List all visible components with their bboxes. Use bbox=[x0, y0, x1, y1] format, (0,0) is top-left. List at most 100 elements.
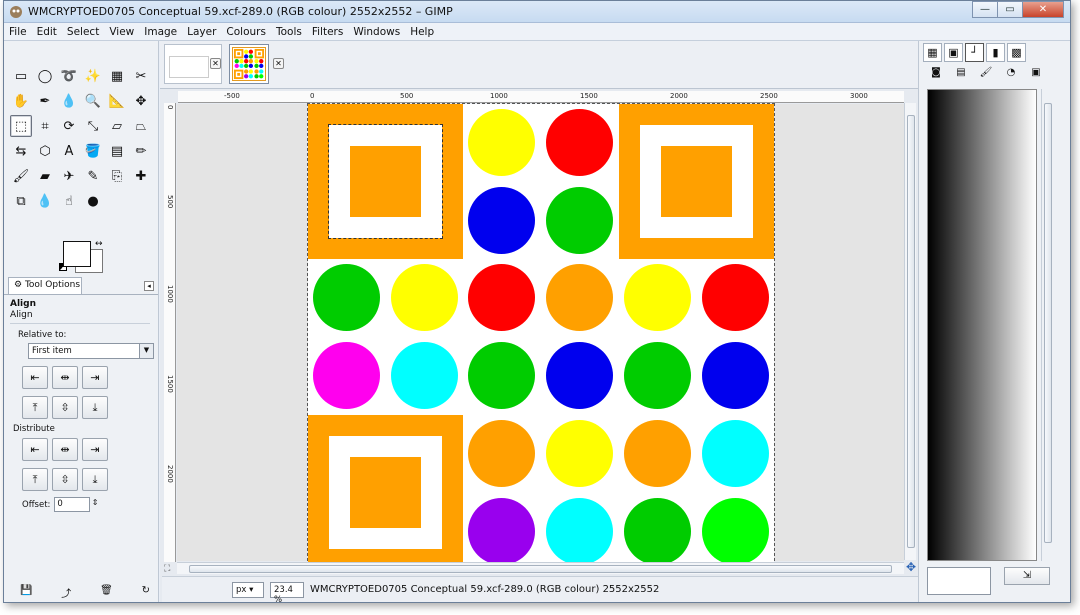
offset-spinner[interactable]: 0 bbox=[54, 497, 98, 512]
text-icon[interactable]: A bbox=[58, 140, 80, 162]
menu-view[interactable]: View bbox=[104, 26, 139, 38]
unit-select[interactable]: px ▾ bbox=[232, 581, 264, 598]
select-by-colour-icon[interactable]: ▦ bbox=[106, 65, 128, 87]
maximize-button[interactable]: ▭ bbox=[997, 1, 1023, 18]
quick-mask-icon[interactable]: ⛶ bbox=[164, 564, 170, 574]
horizontal-ruler[interactable]: -500 0 500 1000 1500 2000 2500 3000 bbox=[178, 91, 904, 103]
horizontal-scrollbar[interactable] bbox=[177, 562, 904, 574]
close-tab-icon[interactable]: ✕ bbox=[210, 58, 221, 69]
distribute-top-button[interactable]: ⤒ bbox=[22, 468, 48, 491]
perspective-icon[interactable]: ⏢ bbox=[130, 115, 152, 137]
distribute-center-button[interactable]: ⇹ bbox=[52, 438, 78, 461]
blend-icon[interactable]: ▤ bbox=[106, 140, 128, 162]
align-left-button[interactable]: ⇤ bbox=[22, 366, 48, 389]
gradient-preview[interactable] bbox=[927, 89, 1037, 561]
paintbrush-icon[interactable]: 🖌 bbox=[10, 165, 32, 187]
move-icon[interactable]: ✥ bbox=[130, 90, 152, 112]
tab-gradients[interactable]: ▮ bbox=[986, 43, 1005, 62]
align-middle-button[interactable]: ⇳ bbox=[52, 396, 78, 419]
tab-channels-icon[interactable]: ▣ bbox=[1025, 67, 1047, 83]
delete-options-icon[interactable]: 🗑 bbox=[100, 585, 113, 600]
image-tab-conceptual[interactable] bbox=[229, 44, 269, 84]
align-bottom-button[interactable]: ⤓ bbox=[82, 396, 108, 419]
tab-palettes[interactable]: ▩ bbox=[1007, 43, 1026, 62]
clone-icon[interactable]: ⎘ bbox=[106, 165, 128, 187]
tab-colour-icon[interactable]: ◔ bbox=[1000, 67, 1022, 83]
scroll-thumb[interactable] bbox=[907, 115, 915, 548]
close-button[interactable]: ✕ bbox=[1022, 1, 1064, 18]
flip-icon[interactable]: ⇆ bbox=[10, 140, 32, 162]
cage-icon[interactable]: ⬡ bbox=[34, 140, 56, 162]
tab-paths[interactable]: ┘ bbox=[965, 43, 984, 62]
vertical-ruler[interactable]: 0 500 1000 1500 2000 bbox=[164, 103, 176, 562]
menu-colours[interactable]: Colours bbox=[221, 26, 271, 38]
tab-brush-icon[interactable]: 🖌 bbox=[975, 67, 997, 83]
tab-patterns[interactable]: ▦ bbox=[923, 43, 942, 62]
rect-select-icon[interactable]: ▭ bbox=[10, 65, 32, 87]
blur-icon[interactable]: 💧 bbox=[34, 190, 56, 212]
rotate-icon[interactable]: ⟳ bbox=[58, 115, 80, 137]
zoom-icon[interactable]: 🔍 bbox=[82, 90, 104, 112]
save-options-icon[interactable]: 💾 bbox=[20, 585, 32, 600]
menu-tools[interactable]: Tools bbox=[271, 26, 307, 38]
tab-printer-icon[interactable]: ▤ bbox=[950, 67, 972, 83]
close-tab-icon[interactable]: ✕ bbox=[273, 58, 284, 69]
eraser-icon[interactable]: ▰ bbox=[34, 165, 56, 187]
relative-to-select[interactable]: First item ▼ bbox=[28, 343, 154, 359]
dock-scrollbar[interactable] bbox=[1041, 89, 1053, 561]
distribute-middle-button[interactable]: ⇳ bbox=[52, 468, 78, 491]
align-right-button[interactable]: ⇥ bbox=[82, 366, 108, 389]
restore-options-icon[interactable]: ⤴ bbox=[61, 585, 71, 600]
airbrush-icon[interactable]: ✈ bbox=[58, 165, 80, 187]
scroll-thumb[interactable] bbox=[189, 565, 892, 573]
paths-icon[interactable]: ✒ bbox=[34, 90, 56, 112]
menu-file[interactable]: File bbox=[4, 26, 32, 38]
ellipse-select-icon[interactable]: ◯ bbox=[34, 65, 56, 87]
colour-picker-icon[interactable]: 💧 bbox=[58, 90, 80, 112]
zoom-select[interactable]: 23.4 % bbox=[270, 581, 304, 602]
foreground-select-icon[interactable]: ✋ bbox=[10, 90, 32, 112]
tab-brushes[interactable]: ▣ bbox=[944, 43, 963, 62]
menu-image[interactable]: Image bbox=[139, 26, 182, 38]
canvas-viewport[interactable] bbox=[177, 103, 904, 571]
perspective-clone-icon[interactable]: ⧉ bbox=[10, 190, 32, 212]
align-icon[interactable]: ⬚ bbox=[10, 115, 32, 137]
heal-icon[interactable]: ✚ bbox=[130, 165, 152, 187]
dodge-burn-icon[interactable]: ● bbox=[82, 190, 104, 212]
dock-edit-button[interactable]: ⇲ bbox=[1004, 567, 1050, 585]
scale-icon[interactable]: ⤡ bbox=[82, 115, 104, 137]
vertical-scrollbar[interactable] bbox=[904, 103, 916, 560]
image-canvas[interactable] bbox=[307, 103, 775, 571]
foreground-colour[interactable] bbox=[63, 241, 91, 267]
swap-colours-icon[interactable]: ↔ bbox=[95, 239, 103, 249]
panel-menu-icon[interactable]: ◂ bbox=[144, 281, 154, 291]
menu-filters[interactable]: Filters bbox=[307, 26, 348, 38]
fuzzy-select-icon[interactable]: ✨ bbox=[82, 65, 104, 87]
menu-layer[interactable]: Layer bbox=[182, 26, 221, 38]
scissors-icon[interactable]: ✂ bbox=[130, 65, 152, 87]
distribute-right-button[interactable]: ⇥ bbox=[82, 438, 108, 461]
free-select-icon[interactable]: ➰ bbox=[58, 65, 80, 87]
align-top-button[interactable]: ⤒ bbox=[22, 396, 48, 419]
pencil-icon[interactable]: ✏ bbox=[130, 140, 152, 162]
align-center-button[interactable]: ⇹ bbox=[52, 366, 78, 389]
minimize-button[interactable]: — bbox=[972, 1, 998, 18]
navigate-icon[interactable]: ✥ bbox=[906, 560, 916, 574]
tab-tool-options[interactable]: ⚙ Tool Options bbox=[8, 277, 82, 295]
distribute-bottom-button[interactable]: ⤓ bbox=[82, 468, 108, 491]
ink-icon[interactable]: ✎ bbox=[82, 165, 104, 187]
distribute-left-button[interactable]: ⇤ bbox=[22, 438, 48, 461]
menu-edit[interactable]: Edit bbox=[32, 26, 62, 38]
measure-icon[interactable]: 📐 bbox=[106, 90, 128, 112]
menu-select[interactable]: Select bbox=[62, 26, 104, 38]
reset-options-icon[interactable]: ↻ bbox=[142, 585, 150, 600]
bucket-fill-icon[interactable]: 🪣 bbox=[82, 140, 104, 162]
menu-windows[interactable]: Windows bbox=[348, 26, 405, 38]
crop-icon[interactable]: ⌗ bbox=[34, 115, 56, 137]
scroll-thumb[interactable] bbox=[1044, 103, 1052, 543]
menu-help[interactable]: Help bbox=[405, 26, 439, 38]
shear-icon[interactable]: ▱ bbox=[106, 115, 128, 137]
tab-gimp-icon[interactable]: ◙ bbox=[925, 67, 947, 83]
smudge-icon[interactable]: ☝ bbox=[58, 190, 80, 212]
dock-preview-field[interactable] bbox=[927, 567, 991, 595]
